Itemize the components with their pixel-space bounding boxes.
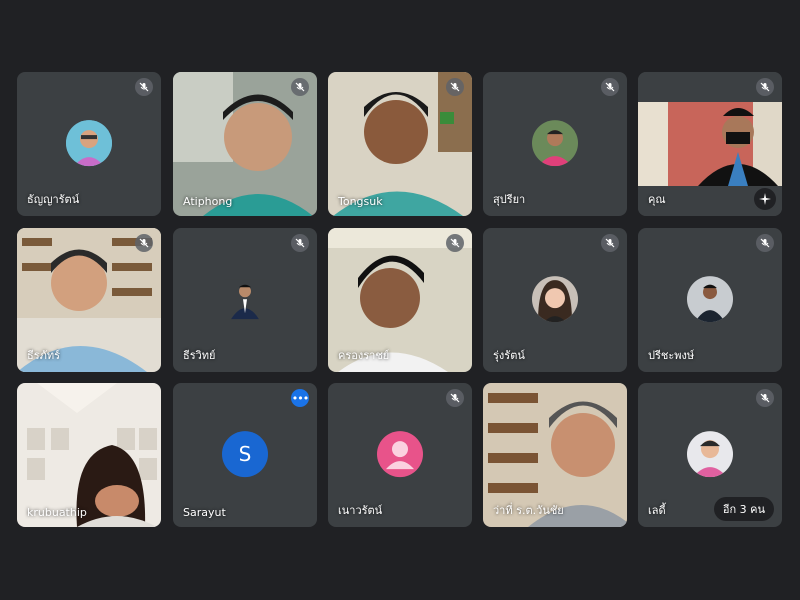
sparkle-icon[interactable] bbox=[754, 188, 776, 210]
participant-name: สุปรียา bbox=[493, 193, 526, 206]
participant-name: ธัญญารัตน์ bbox=[27, 193, 80, 206]
participant-name: ธีรภัทร์ bbox=[27, 349, 61, 362]
participant-name: Tongsuk bbox=[338, 195, 383, 208]
mic-off-icon bbox=[756, 234, 774, 252]
default-avatar-icon bbox=[377, 431, 423, 478]
participant-tile[interactable]: เลดี้ อีก 3 คน bbox=[638, 383, 782, 527]
participant-tile[interactable]: ว่าที่ ร.ต.วันชัย bbox=[483, 383, 627, 527]
participant-name: ธีรวิทย์ bbox=[183, 349, 216, 362]
participant-name: รุ่งรัตน์ bbox=[493, 349, 525, 362]
participant-name: Sarayut bbox=[183, 506, 226, 519]
participant-tile[interactable]: รุ่งรัตน์ bbox=[483, 228, 627, 372]
participant-tile[interactable]: ธีรวิทย์ bbox=[173, 228, 317, 372]
mic-off-icon bbox=[291, 234, 309, 252]
mic-off-icon bbox=[135, 234, 153, 252]
mic-off-icon bbox=[446, 389, 464, 407]
participant-name: Atiphong bbox=[183, 195, 233, 208]
participant-tile[interactable]: เนาวรัตน์ bbox=[328, 383, 472, 527]
letter-avatar: S bbox=[222, 431, 268, 478]
mic-off-icon bbox=[291, 78, 309, 96]
participant-tile[interactable]: ปรีชะพงษ์ bbox=[638, 228, 782, 372]
profile-photo bbox=[532, 120, 578, 167]
profile-photo bbox=[687, 431, 733, 478]
participant-name: คุณ bbox=[648, 193, 666, 206]
profile-photo bbox=[225, 279, 265, 320]
participant-tile[interactable]: ธัญญารัตน์ bbox=[17, 72, 161, 216]
participant-name: ครองราชย์ bbox=[338, 349, 390, 362]
participant-name: ว่าที่ ร.ต.วันชัย bbox=[493, 504, 564, 517]
more-horiz-icon[interactable]: ••• bbox=[291, 389, 309, 407]
mic-off-icon bbox=[756, 78, 774, 96]
participant-name: krubuathip bbox=[27, 506, 87, 519]
profile-photo bbox=[532, 276, 578, 323]
participant-name: เนาวรัตน์ bbox=[338, 504, 383, 517]
mic-off-icon bbox=[756, 389, 774, 407]
participant-name: เลดี้ bbox=[648, 504, 666, 517]
participant-tile[interactable]: ธีรภัทร์ bbox=[17, 228, 161, 372]
participant-tile self-view[interactable]: คุณ bbox=[638, 72, 782, 216]
profile-photo bbox=[687, 276, 733, 323]
participant-tile[interactable]: krubuathip bbox=[17, 383, 161, 527]
profile-photo bbox=[66, 120, 112, 167]
others-count-button[interactable]: อีก 3 คน bbox=[713, 497, 774, 521]
participant-tile[interactable]: Atiphong bbox=[173, 72, 317, 216]
mic-off-icon bbox=[601, 234, 619, 252]
mic-off-icon bbox=[135, 78, 153, 96]
participant-name: ปรีชะพงษ์ bbox=[648, 349, 695, 362]
participant-tile[interactable]: สุปรียา bbox=[483, 72, 627, 216]
participant-tile[interactable]: Tongsuk bbox=[328, 72, 472, 216]
participant-tile[interactable]: ครองราชย์ bbox=[328, 228, 472, 372]
mic-off-icon bbox=[446, 78, 464, 96]
participant-tile[interactable]: S ••• Sarayut bbox=[173, 383, 317, 527]
participant-grid: ธัญญารัตน์ Atiphong Tongsuk สุปรียา คุณ … bbox=[0, 0, 800, 600]
mic-off-icon bbox=[446, 234, 464, 252]
mic-off-icon bbox=[601, 78, 619, 96]
